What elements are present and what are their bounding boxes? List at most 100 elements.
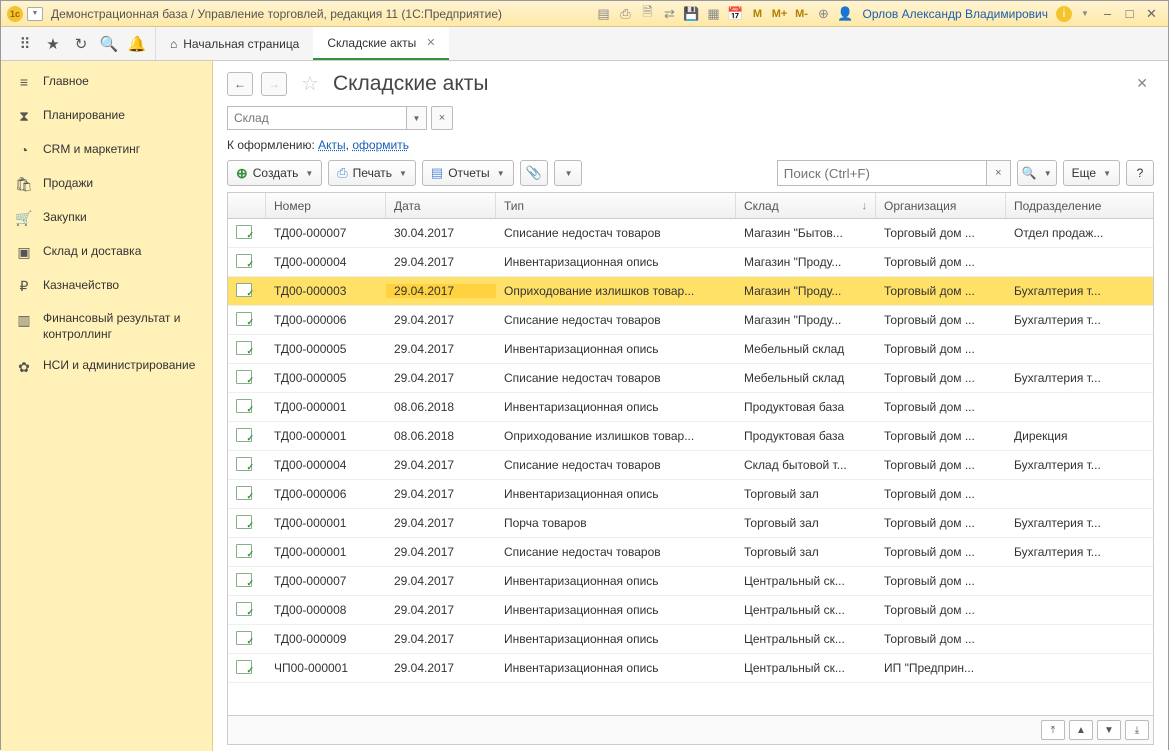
calendar-icon[interactable]: 📅	[726, 5, 744, 23]
th-org[interactable]: Организация	[876, 193, 1006, 218]
sidebar-icon: 🛒	[15, 209, 33, 227]
app-menu-dropdown[interactable]: ▼	[27, 7, 43, 21]
table-row[interactable]: ТД00-00000529.04.2017Инвентаризационная …	[228, 335, 1153, 364]
print-button[interactable]: ⎙ Печать ▼	[328, 160, 416, 186]
search-input[interactable]	[777, 160, 987, 186]
table-row[interactable]: ТД00-00000129.04.2017Списание недостач т…	[228, 538, 1153, 567]
info-icon[interactable]: i	[1056, 6, 1072, 22]
apps-icon[interactable]: ⠿	[15, 34, 35, 54]
tab-home-label: Начальная страница	[183, 37, 299, 51]
cell-date: 29.04.2017	[386, 313, 496, 327]
zoom-icon[interactable]: ⊕	[814, 5, 832, 23]
link-form[interactable]: оформить	[352, 138, 409, 152]
th-dept[interactable]: Подразделение	[1006, 193, 1126, 218]
attach-dropdown[interactable]: ▼	[554, 160, 582, 186]
help-button[interactable]: ?	[1126, 160, 1154, 186]
table-row[interactable]: ТД00-00000929.04.2017Инвентаризационная …	[228, 625, 1153, 654]
info-dropdown-icon[interactable]: ▼	[1076, 5, 1094, 23]
cell-number: ТД00-000004	[266, 255, 386, 269]
chevron-down-icon: ▼	[399, 169, 407, 178]
cell-date: 30.04.2017	[386, 226, 496, 240]
cell-number: ТД00-000001	[266, 516, 386, 530]
table-row[interactable]: ТД00-00000108.06.2018Оприходование излиш…	[228, 422, 1153, 451]
user-name[interactable]: Орлов Александр Владимирович	[862, 7, 1048, 21]
cell-store: Центральный ск...	[736, 632, 876, 646]
window-title: Демонстрационная база / Управление торго…	[51, 7, 502, 21]
save-icon[interactable]: 💾	[682, 5, 700, 23]
th-icon[interactable]	[228, 193, 266, 218]
close-icon[interactable]: ✕	[1142, 5, 1160, 23]
table-row[interactable]: ТД00-00000429.04.2017Инвентаризационная …	[228, 248, 1153, 277]
favorite-page-icon[interactable]: ☆	[301, 71, 319, 96]
warehouse-filter-clear[interactable]: ×	[431, 106, 453, 130]
tab-warehouse-acts[interactable]: Складские акты ✕	[313, 27, 449, 60]
print-icon[interactable]: ⎙	[616, 5, 634, 23]
cell-org: ИП "Предприн...	[876, 661, 1006, 675]
user-icon[interactable]: 👤	[836, 5, 854, 23]
create-button[interactable]: ⊕ Создать ▼	[227, 160, 322, 186]
table-row[interactable]: ТД00-00000829.04.2017Инвентаризационная …	[228, 596, 1153, 625]
cell-number: ТД00-000007	[266, 226, 386, 240]
table-row[interactable]: ТД00-00000529.04.2017Списание недостач т…	[228, 364, 1153, 393]
cell-dept: Бухгалтерия т...	[1006, 545, 1126, 559]
table-row[interactable]: ЧП00-00000129.04.2017Инвентаризационная …	[228, 654, 1153, 683]
warehouse-filter-dropdown[interactable]: ▼	[407, 106, 427, 130]
scroll-bottom-button[interactable]: ⤓	[1125, 720, 1149, 740]
notifications-icon[interactable]: 🔔	[127, 34, 147, 54]
warehouse-filter-input[interactable]	[227, 106, 407, 130]
preview-icon[interactable]: ▤	[594, 5, 612, 23]
scroll-top-button[interactable]: ⤒	[1041, 720, 1065, 740]
th-type[interactable]: Тип	[496, 193, 736, 218]
cell-date: 29.04.2017	[386, 661, 496, 675]
sidebar-item-8[interactable]: ✿НСИ и администрирование	[1, 350, 212, 384]
sidebar-item-3[interactable]: 🛍Продажи	[1, 167, 212, 201]
memory-m-icon[interactable]: M	[748, 5, 766, 23]
memory-mminus-icon[interactable]: M-	[792, 5, 810, 23]
scroll-up-button[interactable]: ▲	[1069, 720, 1093, 740]
sidebar-item-0[interactable]: ≡Главное	[1, 65, 212, 99]
sidebar-item-6[interactable]: ₽Казначейство	[1, 269, 212, 303]
nav-back-button[interactable]: ←	[227, 72, 253, 96]
sidebar-item-5[interactable]: ▣Склад и доставка	[1, 235, 212, 269]
scroll-down-button[interactable]: ▼	[1097, 720, 1121, 740]
table-row[interactable]: ТД00-00000729.04.2017Инвентаризационная …	[228, 567, 1153, 596]
sidebar-item-2[interactable]: ◔CRM и маркетинг	[1, 133, 212, 167]
link-acts[interactable]: Акты	[318, 138, 346, 152]
th-date[interactable]: Дата	[386, 193, 496, 218]
table-row[interactable]: ТД00-00000329.04.2017Оприходование излиш…	[228, 277, 1153, 306]
compare-icon[interactable]: ⇄	[660, 5, 678, 23]
sidebar-item-1[interactable]: ⧗Планирование	[1, 99, 212, 133]
find-button[interactable]: 🔍▼	[1017, 160, 1057, 186]
minimize-icon[interactable]: ‒	[1098, 5, 1116, 23]
favorite-icon[interactable]: ★	[43, 34, 63, 54]
maximize-icon[interactable]: □	[1120, 5, 1138, 23]
document-icon[interactable]: 🗎	[638, 5, 656, 23]
tab-home[interactable]: ⌂ Начальная страница	[156, 27, 313, 60]
table-row[interactable]: ТД00-00000429.04.2017Списание недостач т…	[228, 451, 1153, 480]
attach-button[interactable]: 📎	[520, 160, 548, 186]
table-row[interactable]: ТД00-00000108.06.2018Инвентаризационная …	[228, 393, 1153, 422]
table-row[interactable]: ТД00-00000730.04.2017Списание недостач т…	[228, 219, 1153, 248]
cell-type: Инвентаризационная опись	[496, 400, 736, 414]
memory-mplus-icon[interactable]: M+	[770, 5, 788, 23]
calculator-icon[interactable]: ▦	[704, 5, 722, 23]
reports-button[interactable]: ▤ Отчеты ▼	[422, 160, 514, 186]
th-store[interactable]: Склад	[736, 193, 876, 218]
sidebar-label: CRM и маркетинг	[43, 142, 140, 158]
create-label: Создать	[253, 166, 299, 180]
history-icon[interactable]: ↻	[71, 34, 91, 54]
table-row[interactable]: ТД00-00000629.04.2017Списание недостач т…	[228, 306, 1153, 335]
more-button[interactable]: Еще▼	[1063, 160, 1120, 186]
sidebar-item-7[interactable]: ▥Финансовый результат и контроллинг	[1, 303, 212, 350]
cell-org: Торговый дом ...	[876, 255, 1006, 269]
sidebar-icon: ✿	[15, 358, 33, 376]
page-close-button[interactable]: ✕	[1130, 73, 1154, 94]
th-number[interactable]: Номер	[266, 193, 386, 218]
table-row[interactable]: ТД00-00000629.04.2017Инвентаризационная …	[228, 480, 1153, 509]
sidebar-item-4[interactable]: 🛒Закупки	[1, 201, 212, 235]
nav-forward-button[interactable]: →	[261, 72, 287, 96]
search-clear[interactable]: ×	[987, 160, 1011, 186]
tab-close-icon[interactable]: ✕	[426, 36, 435, 49]
table-row[interactable]: ТД00-00000129.04.2017Порча товаровТоргов…	[228, 509, 1153, 538]
search-icon[interactable]: 🔍	[99, 34, 119, 54]
